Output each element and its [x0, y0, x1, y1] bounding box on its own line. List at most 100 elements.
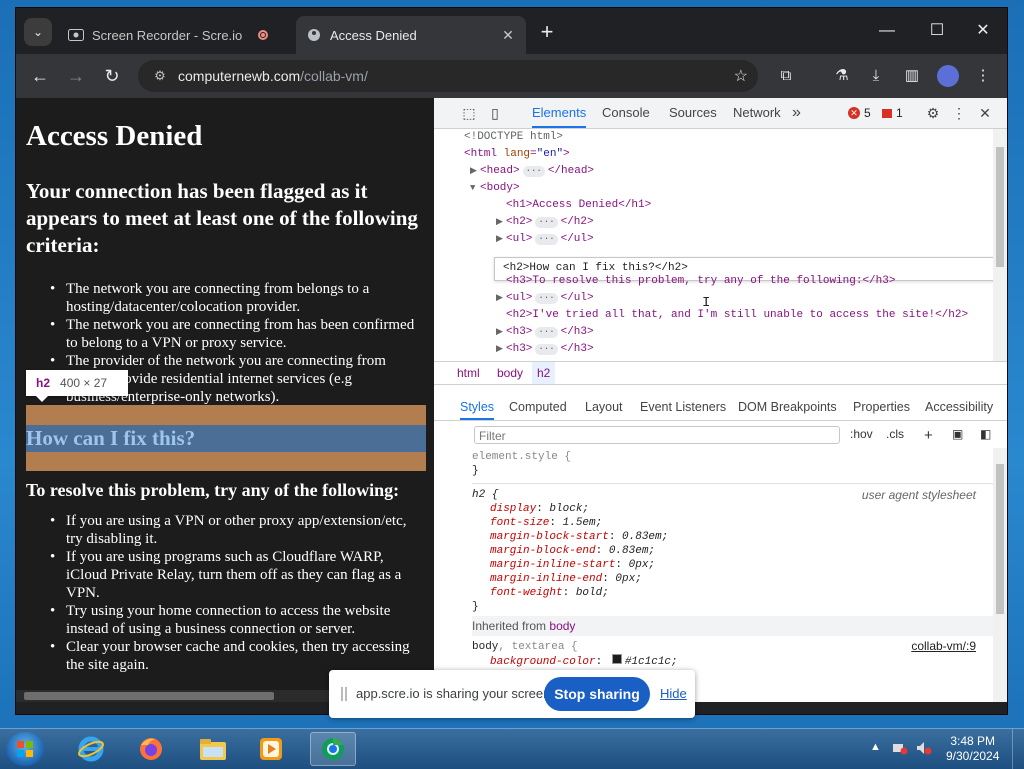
css-declaration[interactable]: font-size: 1.5em; [490, 516, 602, 530]
scroll-thumb[interactable] [24, 692, 274, 700]
chrome-taskbar-icon[interactable] [310, 732, 356, 766]
dom-ul[interactable]: ▶ <ul> ··· </ul> [496, 231, 594, 248]
scroll-thumb[interactable] [996, 464, 1004, 614]
dom-h3[interactable]: ▶ <h3> ··· </h3> [496, 324, 594, 341]
more-tabs-icon[interactable]: » [792, 98, 801, 128]
volume-muted-icon[interactable] [916, 741, 932, 758]
extensions-icon[interactable]: ⧉ [774, 64, 798, 88]
reload-button[interactable]: ↻ [98, 62, 126, 90]
system-clock[interactable]: 3:48 PM 9/30/2024 [946, 734, 999, 764]
tab-elements[interactable]: Elements [532, 98, 587, 128]
site-info-icon[interactable]: ⚙ [150, 68, 170, 84]
element-inspect-tooltip: h2 400 × 27 [26, 370, 128, 402]
minimize-button[interactable]: — [867, 18, 907, 44]
file-explorer-icon[interactable] [190, 732, 236, 766]
show-hidden-icons-icon[interactable]: ▲ [870, 741, 881, 753]
breadcrumb-body[interactable]: body [492, 362, 528, 384]
stop-sharing-button[interactable]: Stop sharing [544, 677, 650, 711]
scroll-thumb[interactable] [996, 147, 1004, 267]
tab-sources[interactable]: Sources [669, 98, 717, 128]
labs-icon[interactable]: ⚗ [830, 64, 854, 88]
close-tab-icon[interactable]: ✕ [500, 27, 516, 44]
cls-toggle[interactable]: .cls [886, 427, 904, 441]
stylesheet-link[interactable]: collab-vm/:9 [911, 639, 976, 653]
breadcrumb-h2[interactable]: h2 [532, 362, 556, 384]
tab-accessibility[interactable]: Accessibility [925, 394, 993, 420]
dom-body[interactable]: ▼ <body> [470, 180, 520, 197]
toggle-sidebar-icon[interactable]: ◧ [980, 427, 991, 441]
rule-close: } [472, 465, 479, 477]
drag-handle-icon[interactable] [341, 687, 347, 701]
css-declaration[interactable]: margin-inline-end: 0px; [490, 572, 642, 586]
dom-ul[interactable]: ▶ <ul> ··· </ul> [496, 290, 594, 307]
tab-event-listeners[interactable]: Event Listeners [640, 394, 726, 420]
tab-screen-recorder[interactable]: Screen Recorder - Scre.io [58, 16, 290, 54]
collapse-icon: ▼ [470, 183, 476, 193]
rule-h2[interactable]: h2 { [472, 488, 498, 502]
media-player-icon[interactable] [248, 732, 294, 766]
forward-button[interactable]: → [62, 62, 90, 90]
dom-doctype[interactable]: <!DOCTYPE html> [464, 129, 563, 146]
dom-scrollbar[interactable] [993, 129, 1007, 361]
tab-computed[interactable]: Computed [509, 394, 567, 420]
dom-head[interactable]: ▶ <head> ··· </head> [470, 163, 594, 180]
styles-filter-input[interactable]: Filter [474, 426, 840, 444]
download-icon[interactable]: ⤓ [864, 64, 888, 88]
rule-element-style[interactable]: element.style { [472, 450, 571, 464]
back-button[interactable]: ← [26, 62, 54, 90]
firefox-icon[interactable] [128, 732, 174, 766]
dom-h3[interactable]: <h3>To resolve this problem, try any of … [506, 273, 895, 290]
styles-scrollbar[interactable] [993, 448, 1007, 702]
computed-styles-icon[interactable]: ▣ [952, 427, 963, 441]
url-text: computernewb.com/collab-vm/ [178, 68, 368, 84]
tab-network[interactable]: Network [733, 98, 781, 128]
tab-search-button[interactable]: ⌄ [24, 18, 52, 46]
dom-h3[interactable]: ▶ <h3> ··· </h3> [496, 341, 594, 358]
tab-dom-breakpoints[interactable]: DOM Breakpoints [738, 394, 837, 420]
clock-date: 9/30/2024 [946, 749, 1000, 763]
expand-icon: ▶ [496, 327, 503, 337]
address-bar[interactable]: ⚙ computernewb.com/collab-vm/ ☆ [138, 60, 758, 92]
dom-h1[interactable]: <h1>Access Denied</h1> [506, 197, 651, 214]
text-cursor-icon: I [702, 295, 711, 311]
settings-gear-icon[interactable]: ⚙ [924, 104, 942, 122]
warnings-badge[interactable]: 1 [882, 106, 903, 120]
highlight-margin-top [26, 405, 426, 425]
hide-link[interactable]: Hide [660, 686, 687, 701]
errors-badge[interactable]: ✕ 5 [848, 106, 871, 120]
tab-properties[interactable]: Properties [853, 394, 910, 420]
rule-body[interactable]: body, textarea { [472, 640, 578, 654]
breadcrumb-html[interactable]: html [452, 362, 485, 384]
network-status-icon[interactable] [892, 741, 908, 758]
show-desktop-button[interactable] [1012, 729, 1024, 769]
inspect-element-icon[interactable]: ⬚ [460, 104, 478, 122]
tab-access-denied[interactable]: Access Denied ✕ [296, 16, 526, 54]
css-declaration[interactable]: margin-inline-start: 0px; [490, 558, 655, 572]
profile-avatar[interactable] [937, 65, 959, 87]
dom-h2-tried[interactable]: <h2>I've tried all that, and I'm still u… [506, 307, 968, 324]
tab-layout[interactable]: Layout [585, 394, 623, 420]
inherited-header: Inherited from body [472, 616, 1007, 636]
css-declaration[interactable]: display: block; [490, 502, 589, 516]
start-button[interactable] [6, 732, 44, 766]
css-declaration[interactable]: margin-block-start: 0.83em; [490, 530, 668, 544]
more-options-icon[interactable]: ⋮ [950, 104, 968, 122]
tab-styles[interactable]: Styles [460, 394, 495, 420]
close-window-button[interactable]: ✕ [963, 18, 1003, 44]
css-declaration[interactable]: font-weight: bold; [490, 586, 609, 600]
css-declaration[interactable]: background-color: #1c1c1c; [490, 654, 678, 668]
dom-h2[interactable]: ▶ <h2> ··· </h2> [496, 214, 594, 231]
hov-toggle[interactable]: :hov [850, 427, 873, 441]
new-rule-icon[interactable]: + [924, 427, 933, 444]
bookmark-star-icon[interactable]: ☆ [734, 66, 748, 86]
side-panel-icon[interactable]: ▥ [900, 64, 924, 88]
new-tab-button[interactable]: + [534, 20, 560, 46]
close-devtools-icon[interactable]: ✕ [976, 104, 994, 122]
css-declaration[interactable]: margin-block-end: 0.83em; [490, 544, 655, 558]
tab-console[interactable]: Console [602, 98, 650, 128]
internet-explorer-icon[interactable] [68, 732, 114, 766]
device-toolbar-icon[interactable]: ▯ [486, 104, 504, 122]
maximize-button[interactable]: ☐ [917, 18, 957, 44]
dom-html[interactable]: <html lang="en"> [464, 146, 570, 163]
menu-icon[interactable]: ⋮ [971, 64, 995, 88]
